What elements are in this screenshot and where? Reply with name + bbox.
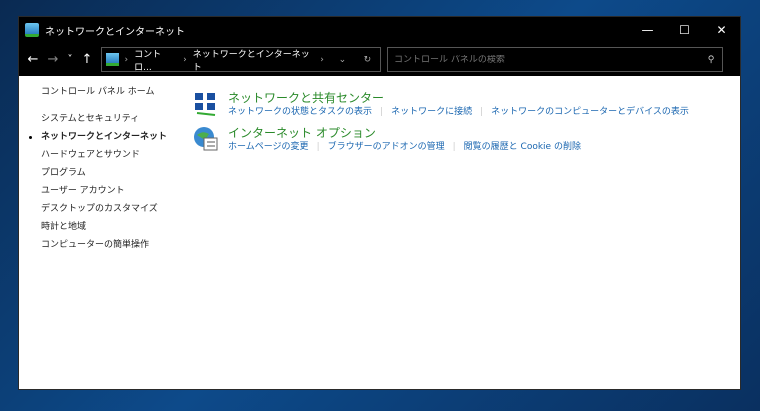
- manage-addons-link[interactable]: ブラウザーのアドオンの管理: [328, 141, 445, 154]
- window: ネットワークとインターネット — ☐ ✕ ← → ˅ ↑ › コントロ... ›…: [18, 16, 741, 390]
- sidebar-item-system-security[interactable]: システムとセキュリティ: [19, 110, 189, 128]
- control-panel-icon: [25, 23, 39, 37]
- internet-options-icon: [194, 127, 218, 151]
- sidebar-item-clock-region[interactable]: 時計と地域: [19, 218, 189, 236]
- category-internet-options: インターネット オプション ホームページの変更 | ブラウザーのアドオンの管理 | …: [193, 126, 689, 154]
- sidebar-item-ease-of-access[interactable]: コンピューターの簡単操作: [19, 236, 189, 254]
- main-content: ネットワークと共有センター ネットワークの状態とタスクの表示 | ネットワークに接…: [193, 91, 689, 161]
- sidebar-item-network-internet[interactable]: ネットワークとインターネット: [19, 128, 189, 146]
- up-button[interactable]: ↑: [77, 52, 97, 67]
- address-toolbar: ← → ˅ ↑ › コントロ... › ネットワークとインターネット › ⌄ ↻…: [19, 43, 740, 76]
- network-sharing-center-link[interactable]: ネットワークと共有センター: [228, 91, 689, 106]
- change-homepage-link[interactable]: ホームページの変更: [228, 141, 309, 154]
- sidebar-item-personalization[interactable]: デスクトップのカスタマイズ: [19, 200, 189, 218]
- back-button[interactable]: ←: [23, 52, 43, 67]
- sidebar-item-hardware-sound[interactable]: ハードウェアとサウンド: [19, 146, 189, 164]
- search-icon[interactable]: ⚲: [700, 55, 722, 65]
- breadcrumb-control-panel[interactable]: コントロ...: [134, 47, 177, 73]
- connect-network-link[interactable]: ネットワークに接続: [391, 106, 472, 119]
- search-box[interactable]: ⚲: [387, 47, 723, 72]
- sidebar: コントロール パネル ホーム システムとセキュリティ ネットワークとインターネッ…: [19, 87, 189, 254]
- sidebar-item-user-accounts[interactable]: ユーザー アカウント: [19, 182, 189, 200]
- network-icon: [195, 93, 216, 116]
- refresh-button[interactable]: ↻: [355, 55, 380, 65]
- category-network-sharing: ネットワークと共有センター ネットワークの状態とタスクの表示 | ネットワークに接…: [193, 91, 689, 119]
- recent-locations-button[interactable]: ˅: [63, 54, 77, 65]
- address-bar[interactable]: › コントロ... › ネットワークとインターネット › ⌄ ↻: [101, 47, 381, 73]
- view-network-devices-link[interactable]: ネットワークのコンピューターとデバイスの表示: [491, 106, 689, 119]
- delete-history-link[interactable]: 閲覧の履歴と Cookie の削除: [464, 141, 581, 154]
- forward-button[interactable]: →: [43, 52, 63, 67]
- search-input[interactable]: [394, 54, 700, 65]
- internet-options-link[interactable]: インターネット オプション: [228, 126, 581, 141]
- minimize-button[interactable]: —: [629, 23, 666, 37]
- address-dropdown-button[interactable]: ⌄: [330, 55, 355, 65]
- sidebar-item-programs[interactable]: プログラム: [19, 164, 189, 182]
- breadcrumb-network[interactable]: ネットワークとインターネット: [193, 47, 315, 73]
- control-panel-icon: [106, 53, 119, 66]
- title-bar: ネットワークとインターネット — ☐ ✕: [19, 17, 740, 43]
- window-title: ネットワークとインターネット: [45, 26, 185, 38]
- sidebar-home-link[interactable]: コントロール パネル ホーム: [19, 83, 189, 101]
- maximize-button[interactable]: ☐: [666, 23, 703, 37]
- view-network-status-link[interactable]: ネットワークの状態とタスクの表示: [228, 106, 372, 119]
- close-button[interactable]: ✕: [703, 23, 740, 37]
